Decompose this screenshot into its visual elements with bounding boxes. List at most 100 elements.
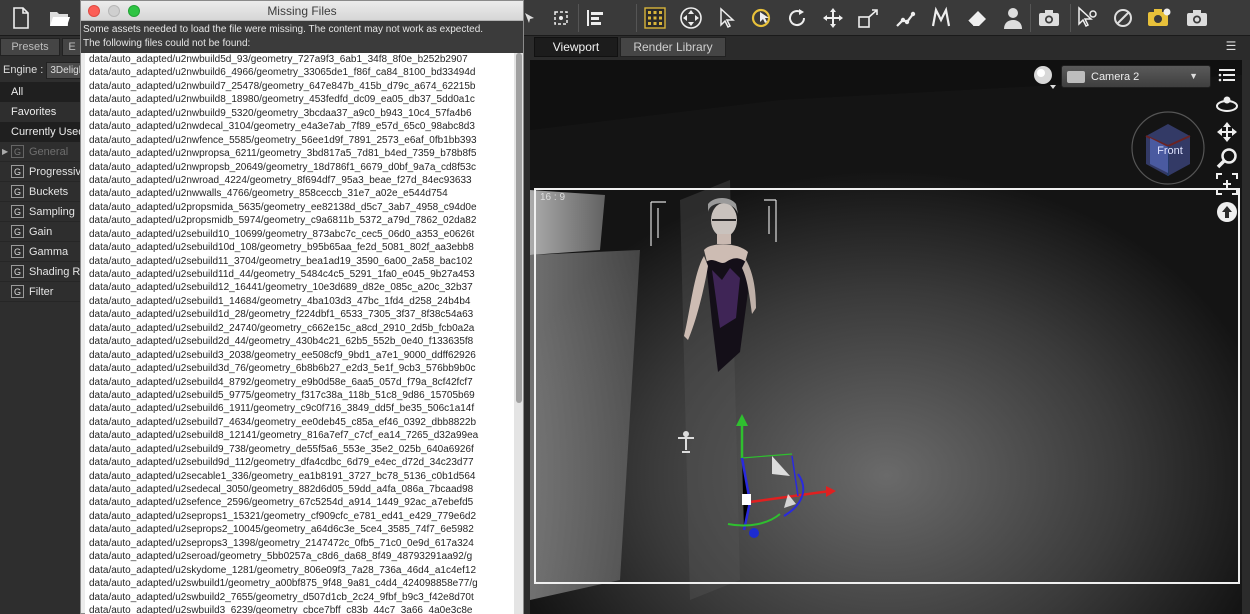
open-folder-icon[interactable] (47, 5, 73, 31)
missing-file-item[interactable]: data/auto_adapted/u2seprops2_10045/geome… (85, 523, 515, 536)
missing-file-item[interactable]: data/auto_adapted/u2nwbuild8_18980/geome… (85, 93, 515, 106)
tab-presets[interactable]: Presets (0, 38, 60, 56)
zoom-icon[interactable] (1214, 146, 1240, 170)
filter-currently-used[interactable]: Currently Used (0, 122, 82, 142)
missing-file-item[interactable]: data/auto_adapted/u2propsmidb_5974/geome… (85, 214, 515, 227)
expand-arrow-icon[interactable]: ▶ (2, 147, 8, 156)
group-buckets[interactable]: G Buckets (0, 182, 82, 202)
missing-file-item[interactable]: data/auto_adapted/u2sebuild10_10699/geom… (85, 228, 515, 241)
node-select-icon[interactable] (522, 5, 538, 31)
reset-view-icon[interactable] (1214, 200, 1240, 224)
missing-file-item[interactable]: data/auto_adapted/u2nwroad_4224/geometry… (85, 174, 515, 187)
scale-icon[interactable] (856, 5, 882, 31)
filter-favorites[interactable]: Favorites (0, 102, 82, 122)
group-gain[interactable]: G Gain (0, 222, 82, 242)
scrollbar-thumb[interactable] (516, 53, 522, 403)
missing-file-item[interactable]: data/auto_adapted/u2sefence_2596/geometr… (85, 496, 515, 509)
figure-model[interactable] (684, 198, 756, 372)
dialog-title-bar[interactable]: Missing Files (81, 1, 523, 21)
joint-editor-icon[interactable] (892, 5, 918, 31)
missing-file-item[interactable]: data/auto_adapted/u2sebuild1_14684/geome… (85, 295, 515, 308)
missing-file-item[interactable]: data/auto_adapted/u2skydome_1281/geometr… (85, 564, 515, 577)
pivot-marker-icon[interactable] (678, 431, 694, 453)
viewport-menu-icon[interactable] (1214, 64, 1240, 88)
group-filter[interactable]: G Filter (0, 282, 82, 302)
render-settings-icon[interactable] (1146, 5, 1172, 31)
missing-file-item[interactable]: data/auto_adapted/u2nwbuild9_5320/geomet… (85, 107, 515, 120)
missing-file-item[interactable]: data/auto_adapted/u2sebuild8_12141/geome… (85, 429, 515, 442)
missing-file-item[interactable]: data/auto_adapted/u2sebuild12_16441/geom… (85, 281, 515, 294)
tab-render-library[interactable]: Render Library (620, 37, 726, 57)
tab-viewport[interactable]: Viewport (534, 37, 618, 57)
render-icon[interactable] (1184, 5, 1210, 31)
missing-file-item[interactable]: data/auto_adapted/u2sebuild11_3704/geome… (85, 255, 515, 268)
group-label: Shading R (29, 265, 81, 278)
group-label: General (29, 145, 69, 158)
missing-file-item[interactable]: data/auto_adapted/u2sebuild5_9775/geomet… (85, 389, 515, 402)
missing-file-item[interactable]: data/auto_adapted/u2nwbuild7_25478/geome… (85, 80, 515, 93)
missing-file-list[interactable]: data/auto_adapted/u2nwbuild5d_93/geometr… (85, 53, 515, 614)
group-gamma[interactable]: G Gamma (0, 242, 82, 262)
missing-file-item[interactable]: data/auto_adapted/u2seprops3_1398/geomet… (85, 537, 515, 550)
view-cube[interactable]: Front (1128, 108, 1208, 188)
grid-icon[interactable] (642, 5, 668, 31)
file-list-scrollbar[interactable] (514, 53, 523, 614)
transform-gizmo[interactable] (727, 414, 836, 538)
missing-file-item[interactable]: data/auto_adapted/u2nwpropsa_6211/geomet… (85, 147, 515, 160)
geometry-icon[interactable] (1110, 5, 1136, 31)
missing-file-item[interactable]: data/auto_adapted/u2swbuild3_6239/geomet… (85, 604, 515, 614)
missing-file-item[interactable]: data/auto_adapted/u2propsmida_5635/geome… (85, 201, 515, 214)
missing-file-item[interactable]: data/auto_adapted/u2nwpropsb_20649/geome… (85, 161, 515, 174)
missing-file-item[interactable]: data/auto_adapted/u2sedecal_3050/geometr… (85, 483, 515, 496)
engine-select[interactable]: 3Deligh (46, 61, 82, 79)
missing-file-item[interactable]: data/auto_adapted/u2sebuild3_2038/geomet… (85, 349, 515, 362)
orbit-icon[interactable] (1214, 92, 1240, 116)
panel-menu-icon[interactable]: ☰ (1220, 37, 1242, 55)
active-pose-icon[interactable] (750, 5, 776, 31)
tab-editor[interactable]: E (62, 38, 82, 56)
pointer-icon[interactable] (714, 5, 740, 31)
missing-file-item[interactable]: data/auto_adapted/u2seprops1_15321/geome… (85, 510, 515, 523)
surface-icon[interactable] (1074, 5, 1100, 31)
missing-file-item[interactable]: data/auto_adapted/u2sebuild9d_112/geomet… (85, 456, 515, 469)
missing-file-item[interactable]: data/auto_adapted/u2nwfence_5585/geometr… (85, 134, 515, 147)
pan-icon[interactable] (1214, 120, 1240, 144)
missing-file-item[interactable]: data/auto_adapted/u2sebuild6_1911/geomet… (85, 402, 515, 415)
group-badge-icon: G (11, 145, 24, 158)
camera-select[interactable]: Camera 2 ▼ (1061, 65, 1211, 88)
missing-file-item[interactable]: data/auto_adapted/u2sebuild7_4634/geomet… (85, 416, 515, 429)
missing-file-item[interactable]: data/auto_adapted/u2swbuild2_7655/geomet… (85, 591, 515, 604)
translate-icon[interactable] (820, 5, 846, 31)
missing-file-item[interactable]: data/auto_adapted/u2sebuild9_738/geometr… (85, 443, 515, 456)
group-sampling[interactable]: G Sampling (0, 202, 82, 222)
missing-file-item[interactable]: data/auto_adapted/u2sebuild11d_44/geomet… (85, 268, 515, 281)
filter-all[interactable]: All (0, 82, 82, 102)
missing-file-item[interactable]: data/auto_adapted/u2secable1_336/geometr… (85, 470, 515, 483)
group-shading-rate[interactable]: G Shading R (0, 262, 82, 282)
missing-file-item[interactable]: data/auto_adapted/u2nwwalls_4766/geometr… (85, 187, 515, 200)
missing-file-item[interactable]: data/auto_adapted/u2nwbuild6_4966/geomet… (85, 66, 515, 79)
missing-file-item[interactable]: data/auto_adapted/u2sebuild1d_28/geometr… (85, 308, 515, 321)
draw-style-icon[interactable] (1032, 64, 1056, 89)
group-general[interactable]: ▶ G General (0, 142, 82, 162)
missing-file-item[interactable]: data/auto_adapted/u2sebuild3d_76/geometr… (85, 362, 515, 375)
missing-file-item[interactable]: data/auto_adapted/u2sebuild10d_108/geome… (85, 241, 515, 254)
rotate-icon[interactable] (784, 5, 810, 31)
missing-file-item[interactable]: data/auto_adapted/u2swbuild1/geometry_a0… (85, 577, 515, 590)
align-icon[interactable] (582, 5, 608, 31)
universal-select-icon[interactable] (548, 5, 574, 31)
missing-file-item[interactable]: data/auto_adapted/u2sebuild4_8792/geomet… (85, 376, 515, 389)
frame-icon[interactable] (1214, 172, 1240, 196)
missing-file-item[interactable]: data/auto_adapted/u2nwdecal_3104/geometr… (85, 120, 515, 133)
figure-icon[interactable] (1000, 5, 1026, 31)
missing-file-item[interactable]: data/auto_adapted/u2sebuild2_24740/geome… (85, 322, 515, 335)
missing-file-item[interactable]: data/auto_adapted/u2seroad/geometry_5bb0… (85, 550, 515, 563)
camera-icon[interactable] (1036, 5, 1062, 31)
group-progressive[interactable]: G Progressive (0, 162, 82, 182)
missing-file-item[interactable]: data/auto_adapted/u2nwbuild5d_93/geometr… (85, 53, 515, 66)
new-file-icon[interactable] (8, 5, 34, 31)
missing-file-item[interactable]: data/auto_adapted/u2sebuild2d_44/geometr… (85, 335, 515, 348)
eraser-icon[interactable] (964, 5, 990, 31)
morph-icon[interactable] (928, 5, 954, 31)
universal-tool-icon[interactable] (678, 5, 704, 31)
